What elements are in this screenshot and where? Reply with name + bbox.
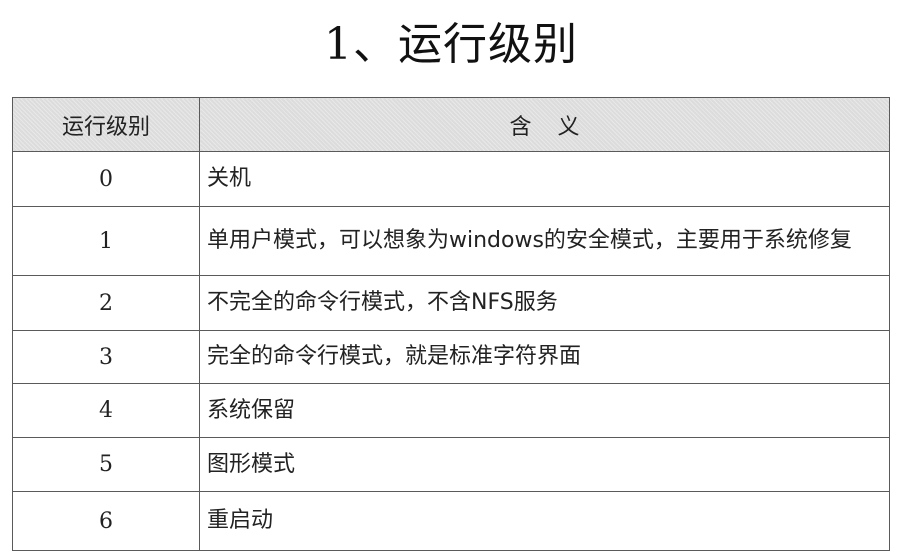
header-meaning: 含义 [199,97,890,152]
level-cell: 1 [12,206,200,276]
meaning-cell: 关机 [199,151,890,207]
meaning-cell: 单用户模式，可以想象为windows的安全模式，主要用于系统修复 [199,206,890,276]
level-cell: 3 [12,330,200,384]
run-level-table: 运行级别 含义 0 关机 1 单用户模式，可以想象为windows的安全模式，主… [12,97,890,551]
level-cell: 4 [12,383,200,438]
level-cell: 6 [12,491,200,551]
table-header: 运行级别 含义 [12,97,890,152]
table-row: 5 图形模式 [12,437,890,492]
meaning-cell: 图形模式 [199,437,890,492]
meaning-cell: 完全的命令行模式，就是标准字符界面 [199,330,890,384]
table-row: 4 系统保留 [12,383,890,438]
table-row: 2 不完全的命令行模式，不含NFS服务 [12,275,890,331]
page-title: 1、运行级别 [324,19,578,70]
table-body: 0 关机 1 单用户模式，可以想象为windows的安全模式，主要用于系统修复 … [12,151,890,551]
table-row: 6 重启动 [12,491,890,551]
header-row: 运行级别 含义 [12,97,890,152]
table-row: 0 关机 [12,151,890,207]
meaning-cell: 重启动 [199,491,890,551]
meaning-cell: 系统保留 [199,383,890,438]
header-level: 运行级别 [12,97,200,152]
meaning-cell: 不完全的命令行模式，不含NFS服务 [199,275,890,331]
table-row: 1 单用户模式，可以想象为windows的安全模式，主要用于系统修复 [12,206,890,276]
level-cell: 0 [12,151,200,207]
level-cell: 2 [12,275,200,331]
level-cell: 5 [12,437,200,492]
table-row: 3 完全的命令行模式，就是标准字符界面 [12,330,890,384]
